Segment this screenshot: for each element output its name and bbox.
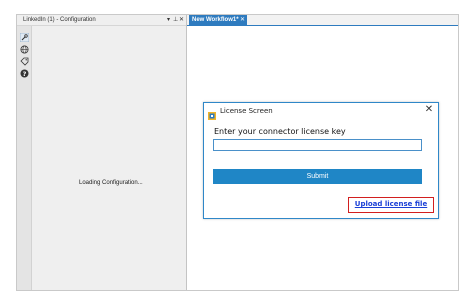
dropdown-icon[interactable]: ▾: [167, 15, 170, 25]
tag-icon[interactable]: [20, 53, 29, 66]
panel-close-icon[interactable]: ✕: [179, 15, 184, 25]
license-dialog: License Screen ✕ Enter your connector li…: [203, 102, 439, 219]
configuration-tool-strip: ?: [17, 26, 32, 290]
configuration-panel: LinkedIn (1) - Configuration ▾ ⊥ ✕ ? Loa…: [17, 15, 187, 290]
workflow-tab-bar: New Workflow1* ✕: [187, 15, 458, 26]
license-key-input[interactable]: [213, 139, 422, 151]
close-icon[interactable]: ✕: [423, 104, 435, 116]
configuration-panel-header: LinkedIn (1) - Configuration ▾ ⊥ ✕: [17, 15, 186, 26]
upload-license-file-link[interactable]: Upload license file: [348, 197, 434, 213]
submit-button[interactable]: Submit: [213, 169, 422, 184]
loading-status: Loading Configuration...: [79, 180, 143, 186]
license-key-label: Enter your connector license key: [214, 127, 346, 136]
tab-label: New Workflow1*: [192, 17, 239, 23]
dialog-titlebar: License Screen ✕: [204, 103, 438, 120]
svg-text:?: ?: [23, 70, 27, 78]
help-icon[interactable]: ?: [20, 65, 29, 78]
tab-new-workflow[interactable]: New Workflow1* ✕: [189, 15, 247, 25]
pin-icon[interactable]: ⊥: [173, 15, 178, 25]
app-icon: [208, 107, 216, 120]
wrench-icon[interactable]: [19, 29, 30, 43]
globe-icon[interactable]: [20, 41, 29, 54]
configuration-panel-title: LinkedIn (1) - Configuration: [23, 17, 96, 23]
tab-close-icon[interactable]: ✕: [240, 15, 245, 25]
dialog-title: License Screen: [220, 107, 273, 115]
